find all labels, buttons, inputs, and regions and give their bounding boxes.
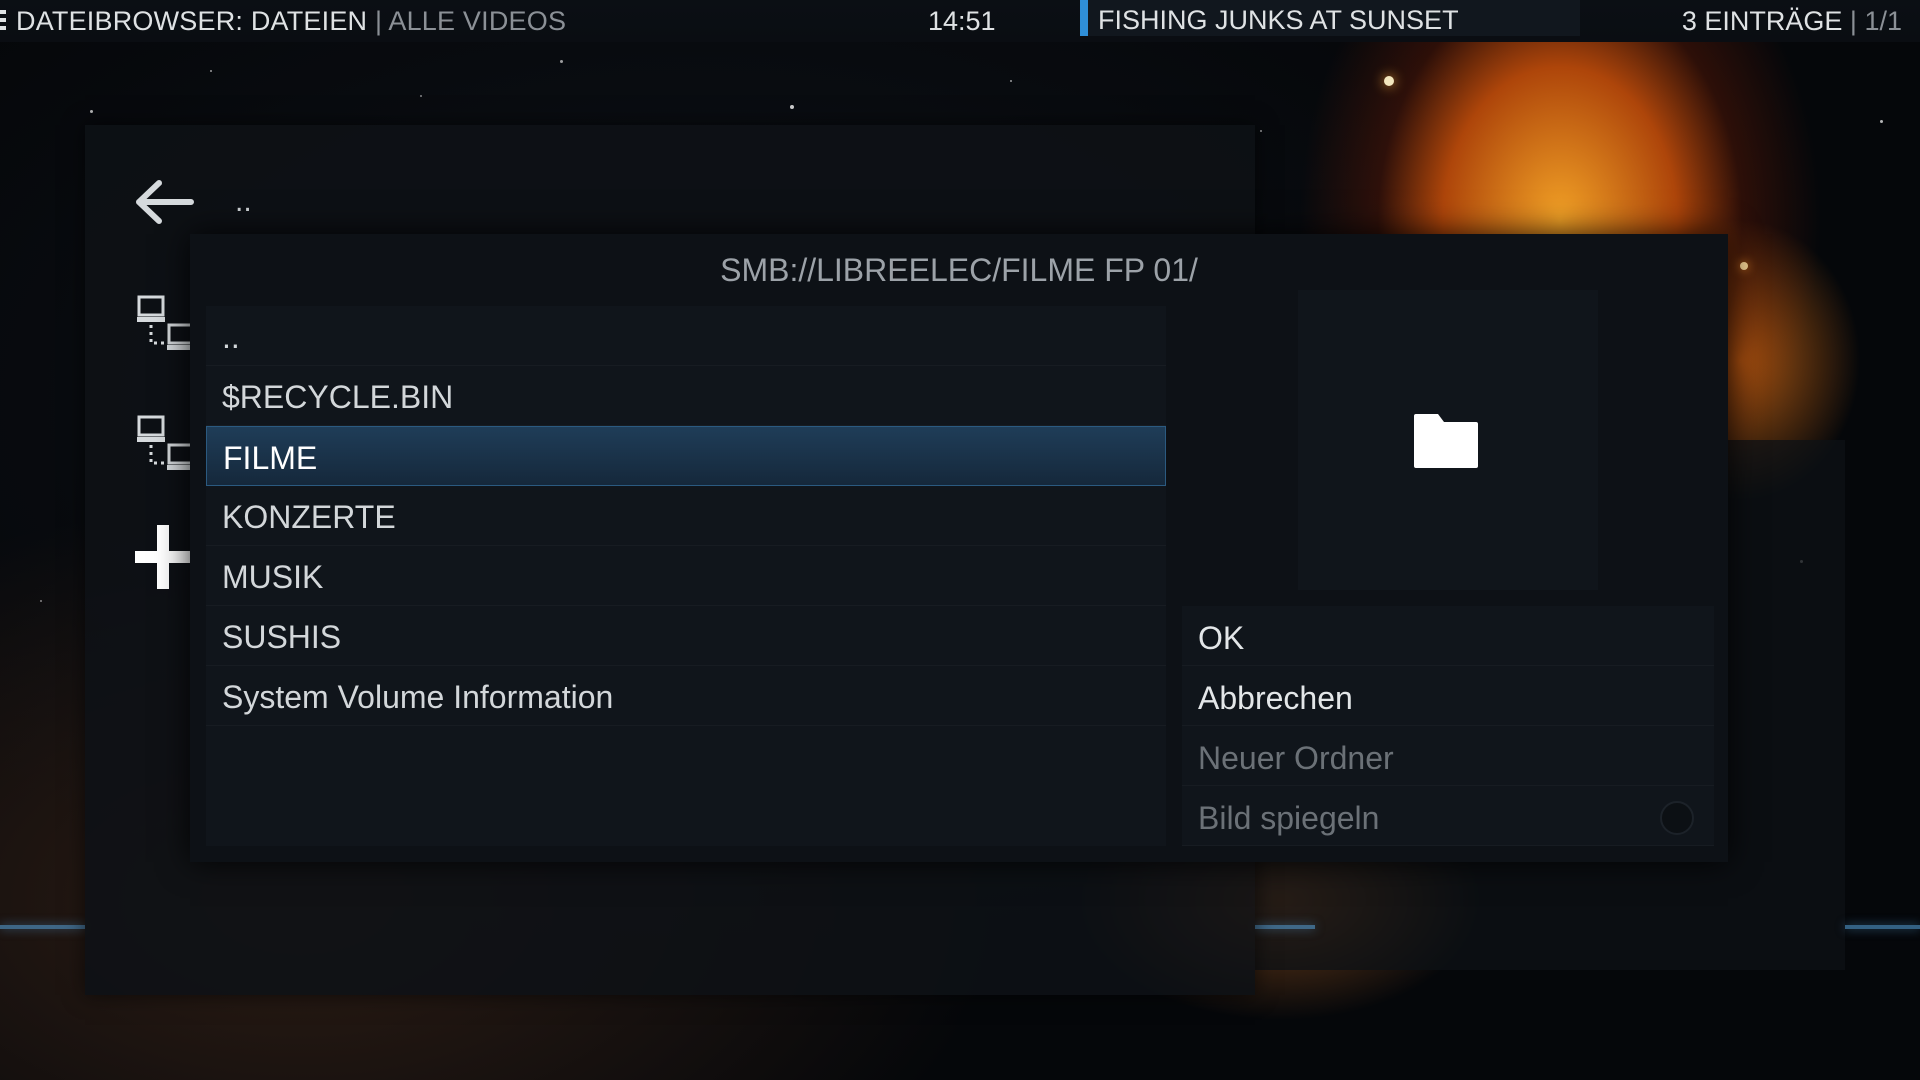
breadcrumb-separator: | [374, 6, 383, 36]
count-separator: | [1849, 6, 1857, 36]
list-item[interactable]: SUSHIS [206, 606, 1166, 666]
browse-dialog: SMB://LIBREELEC/FILME FP 01/ .. $RECYCLE… [190, 234, 1728, 862]
entry-count: 3 EINTRÄGE [1681, 6, 1843, 36]
list-item[interactable]: KONZERTE [206, 486, 1166, 546]
network-icon[interactable] [137, 295, 197, 351]
floor-glow-left [0, 925, 85, 929]
list-item[interactable]: .. [206, 306, 1166, 366]
new-folder-button[interactable]: Neuer Ordner [1182, 726, 1714, 786]
list-item[interactable]: System Volume Information [206, 666, 1166, 726]
back-arrow-icon[interactable] [135, 177, 195, 227]
parent-folder-label: .. [235, 185, 252, 218]
folder-thumbnail [1298, 290, 1598, 590]
item-count: 3 EINTRÄGE | 1/1 [1682, 0, 1902, 42]
menu-icon[interactable] [0, 10, 6, 32]
floor-glow-mid [1255, 925, 1315, 929]
list-item[interactable]: $RECYCLE.BIN [206, 366, 1166, 426]
plus-icon[interactable] [135, 525, 191, 589]
cancel-button[interactable]: Abbrechen [1182, 666, 1714, 726]
flip-image-toggle[interactable]: Bild spiegeln [1182, 786, 1714, 846]
page-indicator: 1/1 [1864, 6, 1902, 36]
dialog-actions: OK Abbrechen Neuer Ordner Bild spiegeln [1182, 606, 1714, 846]
folder-icon [1414, 414, 1478, 468]
subsection-title: ALLE VIDEOS [388, 6, 567, 36]
network-icon[interactable] [137, 415, 197, 471]
section-title: DATEIBROWSER: DATEIEN [16, 6, 368, 36]
flip-image-radio[interactable] [1660, 801, 1694, 835]
now-playing-title: FISHING JUNKS AT SUNSET [1080, 0, 1580, 36]
top-bar: DATEIBROWSER: DATEIEN | ALLE VIDEOS 14:5… [0, 0, 1920, 42]
list-item[interactable]: MUSIK [206, 546, 1166, 606]
clock: 14:51 [928, 6, 996, 36]
breadcrumb: DATEIBROWSER: DATEIEN | ALLE VIDEOS [16, 0, 566, 42]
folder-list: .. $RECYCLE.BIN FILME KONZERTE MUSIK SUS… [206, 306, 1166, 846]
flip-image-label: Bild spiegeln [1198, 800, 1380, 836]
parent-folder-row[interactable]: .. [85, 125, 1255, 235]
floor-glow-right [1845, 925, 1920, 929]
list-item-selected[interactable]: FILME [206, 426, 1166, 486]
ok-button[interactable]: OK [1182, 606, 1714, 666]
